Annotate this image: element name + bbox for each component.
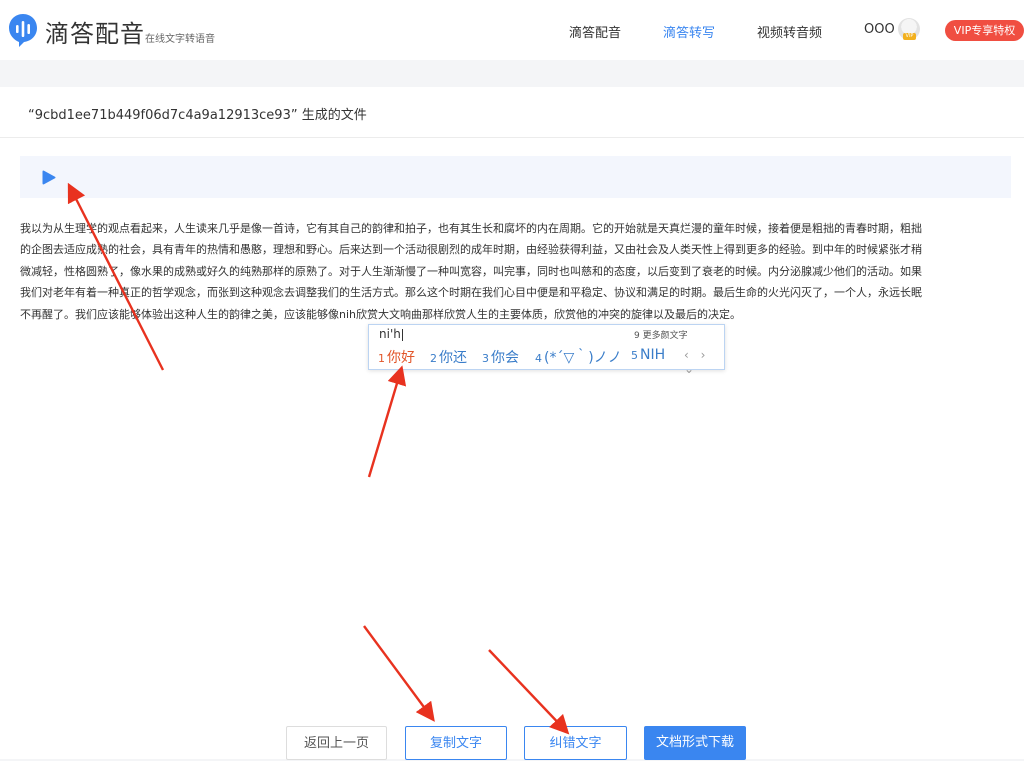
ime-candidate[interactable]: 4 (*´▽｀)ノノ xyxy=(535,347,622,367)
transcript-line: 我们对老年有着一种真正的哲学观念，而张到这种观念去调整我们的生活方式。那么这个时… xyxy=(20,286,922,300)
download-document-button[interactable]: 文档形式下载 xyxy=(644,726,746,760)
copy-text-button[interactable]: 复制文字 xyxy=(405,726,507,760)
brand-name: 滴答配音 xyxy=(45,20,145,48)
nav-video-to-audio[interactable]: 视频转音频 xyxy=(757,22,822,41)
file-title: “9cbd1ee71b449f06d7c4a9a12913ce93” 生成的文件 xyxy=(28,108,367,123)
ime-candidate[interactable]: 2 你还 xyxy=(430,347,467,367)
top-header: 滴答配音 在线文字转语音 滴答配音 滴答转写 视频转音频 OOO VIP VIP… xyxy=(0,0,1024,60)
transcript-line: 不再醒了。我们应该能够体验出这种人生的韵律之美，应该能够像nih欣赏大文响曲那样… xyxy=(20,307,741,321)
nav-transcribe[interactable]: 滴答转写 xyxy=(663,22,715,41)
brand-tagline: 在线文字转语音 xyxy=(145,34,215,45)
ime-candidate[interactable]: 3 你会 xyxy=(482,347,519,367)
transcript-text[interactable]: 我以为从生理学的观点看起来，人生读来几乎是像一首诗，它有其自己的韵律和拍子，也有… xyxy=(20,218,1010,325)
divider xyxy=(0,137,1024,138)
vip-privilege-button[interactable]: VIP专享特权 xyxy=(945,20,1024,41)
audio-player xyxy=(20,156,1011,198)
transcript-line: 我以为从生理学的观点看起来，人生读来几乎是像一首诗，它有其自己的韵律和拍子，也有… xyxy=(20,222,922,235)
transcript-line: 的企图去适应成熟的社会，具有青年的热情和愚憨，理想和野心。后来达到一个活动很剧烈… xyxy=(20,243,922,257)
correct-text-button[interactable]: 纠错文字 xyxy=(524,726,627,760)
ime-candidate[interactable]: 5 NIH xyxy=(631,347,665,363)
ime-more-emoticons[interactable]: 9 更多颜文字 xyxy=(634,328,688,341)
ime-composition: ni'h xyxy=(379,327,403,341)
user-name[interactable]: OOO xyxy=(864,22,895,37)
back-button[interactable]: 返回上一页 xyxy=(286,726,387,760)
ime-candidate[interactable]: 1 你好 xyxy=(378,347,415,367)
logo-icon xyxy=(9,14,37,47)
transcript-line: 微减轻，性格圆熟了，像水果的成熟或好久的纯熟那样的原熟了。对于人生渐渐慢了一种叫… xyxy=(20,264,922,278)
nav-dubbing[interactable]: 滴答配音 xyxy=(569,22,621,41)
ime-candidate-window: ni'h 9 更多颜文字 1 你好 2 你还 3 你会 4 (*´▽｀)ノノ 5 NIH … xyxy=(368,324,725,376)
vip-badge: VIP xyxy=(903,33,916,40)
play-icon[interactable] xyxy=(42,170,56,185)
ime-page-nav[interactable]: ‹ › ⌄ xyxy=(684,348,724,376)
